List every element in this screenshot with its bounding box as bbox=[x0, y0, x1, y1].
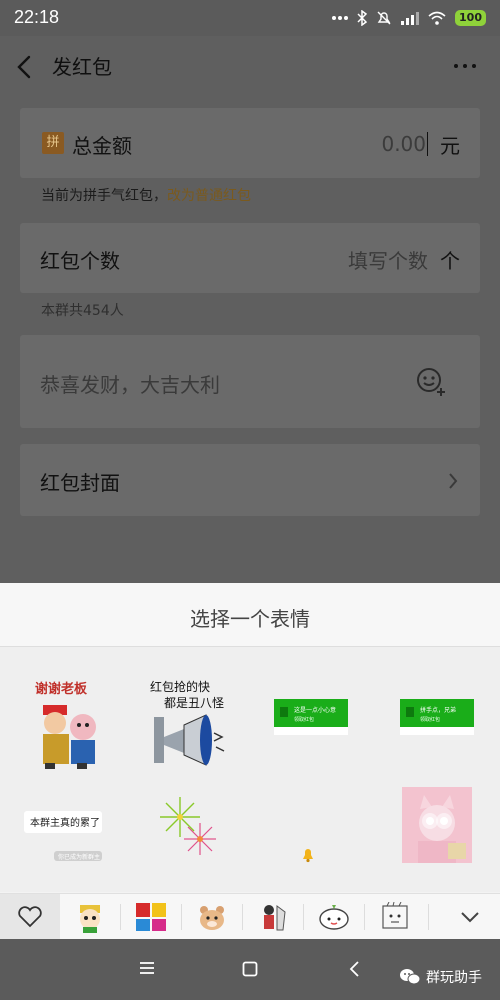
status-icons: 100 bbox=[332, 8, 486, 28]
total-amount-field[interactable]: 拼 总金额 0.00 元 bbox=[20, 108, 480, 178]
sticker-megaphone-line2: 都是丑八怪 bbox=[164, 696, 224, 710]
sticker-tired-owner[interactable]: 本群主真的累了 你已成为新群主 bbox=[20, 797, 130, 897]
packet-count-unit: 个 bbox=[440, 249, 460, 273]
sticker-megaphone-line1: 红包抢的快 bbox=[150, 679, 210, 694]
sticker-tired-owner-image: 本群主真的累了 你已成为新群主 bbox=[24, 811, 102, 861]
chevron-down-icon bbox=[461, 912, 479, 923]
nav-back-icon[interactable] bbox=[348, 960, 360, 978]
sticker-megaphone[interactable]: 红包抢的快 都是丑八怪 bbox=[142, 677, 252, 777]
group-members-count: 本群共454人 bbox=[41, 303, 124, 319]
watermark-text: 群玩助手 bbox=[426, 970, 482, 986]
sticker-fireworks-image bbox=[160, 797, 216, 855]
tab-sticker-pack-5[interactable] bbox=[304, 894, 364, 940]
sticker-pink-cat[interactable] bbox=[402, 787, 472, 863]
sticker-thanks-boss-image: 谢谢老板 bbox=[35, 681, 96, 769]
tab-sticker-pack-2[interactable] bbox=[121, 894, 181, 940]
mute-bell-icon bbox=[377, 11, 391, 25]
sticker-pack-tabs bbox=[0, 893, 500, 940]
sticker-red-packet-card-2[interactable]: 拼手点，兄弟 领取红包 bbox=[398, 697, 500, 797]
home-icon[interactable] bbox=[242, 961, 258, 977]
red-text-sticker-icon bbox=[136, 903, 166, 931]
hamster-icon bbox=[200, 906, 224, 930]
tab-sticker-pack-6[interactable] bbox=[365, 894, 425, 940]
emoji-add-icon[interactable] bbox=[416, 367, 448, 397]
tab-favorites[interactable] bbox=[0, 894, 60, 940]
packet-type-hint: 当前为拼手气红包，改为普通红包 bbox=[41, 185, 251, 205]
switch-normal-packet-link[interactable]: 改为普通红包 bbox=[167, 188, 251, 204]
watermark: 群玩助手 bbox=[399, 967, 482, 987]
total-amount-input[interactable]: 0.00 bbox=[381, 132, 428, 156]
amount-unit: 元 bbox=[440, 134, 460, 158]
battery-icon: 100 bbox=[455, 10, 486, 26]
status-bar: 22:18 100 bbox=[0, 0, 500, 36]
back-arrow-icon[interactable] bbox=[14, 54, 38, 80]
sticker-red-packet-card-1-image: 这是一点小心意 领取红包 bbox=[274, 699, 348, 735]
sticker-pink-cat-image bbox=[402, 787, 472, 863]
packet-count-input[interactable]: 填写个数 bbox=[348, 245, 428, 274]
more-options-icon[interactable] bbox=[454, 64, 476, 68]
sticker-fireworks[interactable] bbox=[150, 787, 260, 887]
packet-cover-row[interactable]: 红包封面 bbox=[20, 444, 480, 516]
sticker-red-packet-card-2-text: 拼手点，兄弟 bbox=[420, 706, 456, 714]
sticker-red-packet-card-1-sub: 领取红包 bbox=[294, 716, 314, 723]
sticker-small-bell-image bbox=[303, 849, 313, 863]
total-amount-label: 总金额 bbox=[72, 134, 132, 158]
wechat-logo-icon bbox=[400, 969, 421, 985]
signal-icon bbox=[401, 12, 420, 25]
tab-expand[interactable] bbox=[440, 894, 500, 940]
wifi-icon bbox=[428, 11, 446, 25]
sticker-picker-sheet: 选择一个表情 谢谢老板 红包抢的快 都是丑八怪 这是一点小心意 领取红包 拼手点… bbox=[0, 583, 500, 940]
packet-count-field[interactable]: 红包个数 填写个数 个 bbox=[20, 223, 480, 293]
pin-badge-icon: 拼 bbox=[42, 132, 64, 154]
sheet-title-bar: 选择一个表情 bbox=[0, 583, 500, 647]
app-header: 发红包 bbox=[0, 36, 500, 98]
sheet-title: 选择一个表情 bbox=[190, 607, 310, 631]
packet-cover-label: 红包封面 bbox=[40, 471, 120, 495]
figure-icon bbox=[264, 905, 286, 931]
sticker-tired-owner-text: 本群主真的累了 bbox=[30, 816, 100, 829]
packet-type-current: 当前为拼手气红包， bbox=[41, 188, 167, 204]
sticker-red-packet-card-2-image: 拼手点，兄弟 领取红包 bbox=[400, 699, 474, 735]
sticker-thanks-boss-text: 谢谢老板 bbox=[35, 681, 88, 697]
menu-icon[interactable] bbox=[139, 961, 155, 975]
sticker-thanks-boss[interactable]: 谢谢老板 bbox=[25, 677, 135, 777]
sketch-face-icon bbox=[382, 902, 408, 929]
status-time: 22:18 bbox=[14, 7, 60, 27]
chevron-right-icon bbox=[449, 473, 458, 489]
sticker-small-bell[interactable] bbox=[300, 847, 320, 867]
sticker-red-packet-card-1-text: 这是一点小心意 bbox=[294, 706, 336, 714]
sticker-red-packet-card-1[interactable]: 这是一点小心意 领取红包 bbox=[272, 697, 382, 797]
bluetooth-icon bbox=[357, 10, 368, 26]
greeting-message-field[interactable]: 恭喜发财，大吉大利 bbox=[20, 335, 480, 428]
tab-sticker-pack-1[interactable] bbox=[60, 894, 120, 940]
bun-face-icon bbox=[319, 905, 349, 930]
sticker-tired-owner-sub: 你已成为新群主 bbox=[58, 853, 100, 861]
heart-icon bbox=[18, 906, 42, 928]
sticker-red-packet-card-2-sub: 领取红包 bbox=[420, 716, 440, 723]
sticker-grid: 谢谢老板 红包抢的快 都是丑八怪 这是一点小心意 领取红包 拼手点，兄弟 领取红… bbox=[0, 647, 500, 892]
tab-sticker-pack-3[interactable] bbox=[182, 894, 242, 940]
page-title: 发红包 bbox=[52, 55, 112, 79]
more-dots-icon bbox=[332, 16, 349, 20]
greeting-message-input[interactable]: 恭喜发财，大吉大利 bbox=[40, 369, 220, 398]
boy-face-icon bbox=[80, 905, 100, 933]
sticker-megaphone-image: 红包抢的快 都是丑八怪 bbox=[150, 679, 225, 766]
system-navigation-bar: 群玩助手 bbox=[0, 939, 500, 1000]
tab-sticker-pack-4[interactable] bbox=[243, 894, 303, 940]
packet-count-label: 红包个数 bbox=[40, 249, 120, 273]
